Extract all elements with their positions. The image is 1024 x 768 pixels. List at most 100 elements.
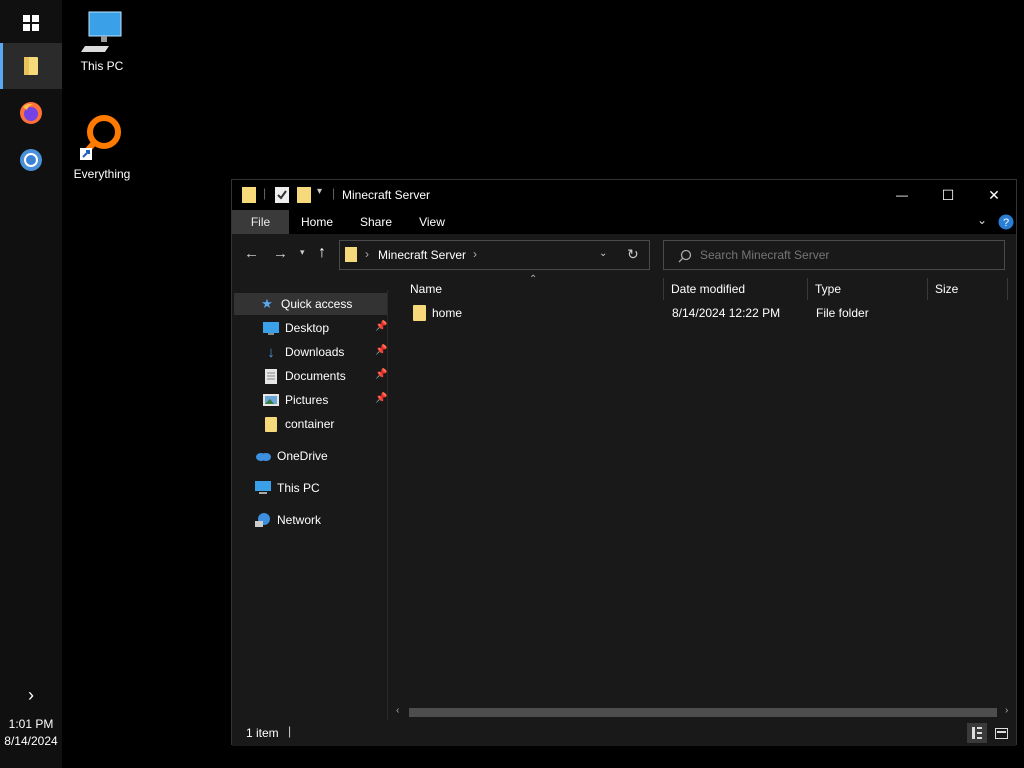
- up-arrow-icon[interactable]: ↑: [318, 244, 326, 262]
- taskbar-chrome[interactable]: [0, 137, 62, 183]
- scroll-left-arrow-icon[interactable]: ‹: [396, 705, 399, 716]
- breadcrumb-separator-icon[interactable]: ›: [365, 247, 369, 261]
- nav-label: Pictures: [285, 393, 329, 407]
- recent-locations-chevron-icon[interactable]: ▾: [300, 247, 305, 258]
- search-input[interactable]: [698, 246, 988, 264]
- nav-item-pictures[interactable]: Pictures 📌: [263, 389, 387, 411]
- nav-label: This PC: [277, 481, 320, 495]
- scroll-right-arrow-icon[interactable]: ›: [1005, 705, 1008, 716]
- breadcrumb-current[interactable]: Minecraft Server: [378, 248, 466, 262]
- taskbar-clock[interactable]: 1:01 PM 8/14/2024: [0, 716, 62, 750]
- nav-label: container: [285, 417, 335, 431]
- cloud-icon: [255, 448, 271, 464]
- breadcrumb-separator-icon[interactable]: ›: [473, 247, 477, 261]
- help-icon[interactable]: ?: [998, 214, 1014, 230]
- desktop-icon-everything[interactable]: Everything: [62, 112, 142, 181]
- back-arrow-icon[interactable]: ←: [244, 245, 259, 262]
- computer-icon: [81, 11, 122, 52]
- status-separator: |: [288, 724, 292, 738]
- download-arrow-icon: ↓: [267, 343, 275, 361]
- taskbar-firefox[interactable]: [0, 90, 62, 136]
- address-dropdown-chevron-icon[interactable]: ⌄: [599, 248, 607, 259]
- maximize-button[interactable]: ☐: [925, 180, 971, 210]
- folder-icon: [242, 187, 256, 203]
- chrome-icon: [20, 149, 42, 171]
- nav-item-desktop[interactable]: Desktop 📌: [263, 317, 387, 339]
- title-bar[interactable]: | ▾ | Minecraft Server — ☐ ✕: [232, 180, 1016, 210]
- nav-this-pc[interactable]: This PC: [255, 477, 320, 499]
- nav-quick-access[interactable]: ★ Quick access: [234, 293, 387, 315]
- picture-icon: [263, 392, 279, 408]
- maximize-icon: ☐: [941, 186, 955, 203]
- quick-access-toolbar-dropdown-icon[interactable]: ▾: [317, 186, 322, 197]
- tab-home[interactable]: Home: [297, 210, 337, 234]
- ribbon: File Home Share View ⌄ ?: [232, 210, 1016, 234]
- clock-time: 1:01 PM: [8, 717, 54, 731]
- desktop-icon: [263, 320, 279, 336]
- address-bar[interactable]: › Minecraft Server › ⌄ ↻: [339, 240, 650, 270]
- close-icon: ✕: [988, 186, 1000, 203]
- nav-label: Downloads: [285, 345, 345, 359]
- column-header-size[interactable]: Size: [925, 276, 1005, 302]
- nav-label: Quick access: [281, 297, 353, 311]
- desktop-icon-this-pc[interactable]: This PC: [62, 10, 142, 73]
- horizontal-scrollbar[interactable]: ‹ ›: [392, 705, 1016, 720]
- status-bar: 1 item |: [232, 720, 1016, 746]
- column-header-name[interactable]: Name: [400, 276, 650, 302]
- taskbar: › 1:01 PM 8/14/2024: [0, 0, 62, 768]
- table-row[interactable]: home 8/14/2024 12:22 PM File folder: [400, 302, 1010, 324]
- firefox-icon: [20, 102, 42, 124]
- nav-label: Network: [277, 513, 322, 527]
- search-icon: [678, 249, 692, 263]
- tab-view[interactable]: View: [412, 210, 452, 234]
- file-type: File folder: [816, 306, 869, 320]
- star-icon: ★: [261, 296, 273, 311]
- column-header-date-modified[interactable]: Date modified: [661, 276, 801, 302]
- close-button[interactable]: ✕: [971, 180, 1017, 210]
- forward-arrow-icon[interactable]: →: [273, 245, 288, 262]
- nav-item-container[interactable]: container: [263, 413, 334, 435]
- windows-logo-icon: [23, 15, 39, 31]
- nav-item-documents[interactable]: Documents 📌: [263, 365, 387, 387]
- start-button[interactable]: [0, 0, 62, 46]
- separator-icon: |: [263, 186, 267, 200]
- everything-search-icon: [80, 115, 121, 160]
- tab-share[interactable]: Share: [356, 210, 396, 234]
- details-view-button[interactable]: [967, 723, 987, 743]
- pin-icon[interactable]: 📌: [375, 345, 387, 356]
- refresh-icon[interactable]: ↻: [627, 246, 639, 263]
- taskbar-expand-chevron-icon[interactable]: ›: [0, 672, 62, 718]
- large-icons-view-icon: [994, 727, 1008, 739]
- large-icons-view-button[interactable]: [991, 723, 1011, 743]
- file-date: 8/14/2024 12:22 PM: [672, 306, 781, 320]
- search-box[interactable]: [663, 240, 1005, 270]
- file-list: ⌃ Name Date modified Type Size home 8/14…: [389, 274, 1016, 720]
- tab-file[interactable]: File: [232, 210, 289, 234]
- file-name: home: [432, 306, 463, 320]
- properties-checkmark-icon[interactable]: [275, 187, 289, 203]
- minimize-button[interactable]: —: [879, 180, 925, 210]
- file-explorer-icon: [24, 57, 38, 75]
- clock-date: 8/14/2024: [4, 734, 58, 748]
- svg-text:?: ?: [1003, 217, 1009, 229]
- folder-icon: [263, 416, 279, 432]
- document-icon: [263, 368, 279, 384]
- nav-item-downloads[interactable]: ↓ Downloads 📌: [263, 341, 387, 363]
- nav-network[interactable]: Network: [255, 509, 321, 531]
- scrollbar-thumb[interactable]: [409, 708, 997, 717]
- item-count: 1 item: [246, 726, 279, 740]
- pin-icon[interactable]: 📌: [375, 369, 387, 380]
- taskbar-file-explorer[interactable]: [0, 43, 62, 89]
- separator-icon: |: [332, 186, 336, 200]
- window-title: Minecraft Server: [342, 188, 431, 202]
- navigation-bar: ← → ▾ ↑ › Minecraft Server › ⌄ ↻: [232, 234, 1016, 276]
- nav-onedrive[interactable]: OneDrive: [255, 445, 328, 467]
- column-header-type[interactable]: Type: [805, 276, 920, 302]
- column-divider[interactable]: [1007, 278, 1008, 300]
- ribbon-expand-chevron-icon[interactable]: ⌄: [977, 213, 987, 227]
- new-folder-icon[interactable]: [297, 187, 311, 203]
- pin-icon[interactable]: 📌: [375, 393, 387, 404]
- network-icon: [255, 512, 271, 528]
- pin-icon[interactable]: 📌: [375, 321, 387, 332]
- nav-label: OneDrive: [277, 449, 328, 463]
